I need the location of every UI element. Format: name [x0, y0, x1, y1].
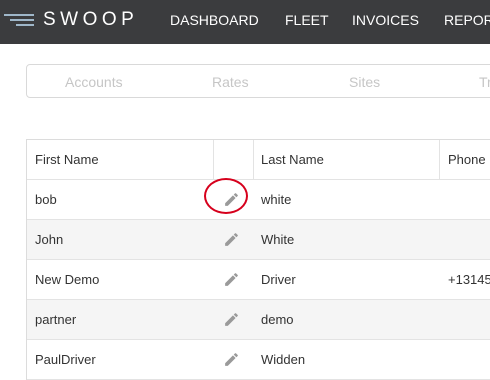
last-name-cell: Driver	[261, 272, 296, 287]
last-name-cell: demo	[261, 312, 294, 327]
nav-reports[interactable]: REPORTS	[444, 11, 490, 29]
tab-trucks[interactable]: Tr	[479, 74, 490, 90]
header-first-name[interactable]: First Name	[35, 140, 213, 179]
phone-cell	[448, 180, 490, 219]
first-name-cell: PaulDriver	[35, 352, 96, 367]
pencil-icon[interactable]	[223, 351, 240, 368]
first-name-cell: bob	[35, 192, 57, 207]
tab-rates[interactable]: Rates	[212, 74, 249, 90]
first-name-cell: partner	[35, 312, 77, 327]
logo-text: SWOOP	[43, 9, 139, 30]
first-name-cell: New Demo	[35, 272, 100, 287]
phone-cell: +13145	[448, 272, 490, 287]
top-nav-bar: SWOOP DASHBOARD FLEET INVOICES REPORTS	[0, 0, 490, 44]
column-divider	[253, 140, 254, 180]
last-name-cell: White	[261, 232, 295, 247]
header-phone[interactable]: Phone	[448, 140, 490, 179]
phone-cell	[448, 220, 490, 259]
pencil-icon[interactable]	[223, 311, 240, 328]
tab-sites[interactable]: Sites	[349, 74, 380, 90]
column-divider	[439, 140, 440, 180]
first-name-cell: John	[35, 232, 64, 247]
table-row[interactable]: John White	[27, 220, 490, 260]
phone-cell	[448, 300, 490, 339]
last-name-cell: white	[261, 192, 292, 207]
header-last-name[interactable]: Last Name	[261, 140, 439, 179]
tab-accounts[interactable]: Accounts	[65, 74, 123, 90]
settings-tabs: Accounts Rates Sites Tr	[26, 64, 490, 98]
pencil-icon[interactable]	[223, 271, 240, 288]
table-row[interactable]: partner demo	[27, 300, 490, 340]
pencil-icon[interactable]	[223, 231, 240, 248]
nav-dashboard[interactable]: DASHBOARD	[170, 11, 259, 29]
nav-fleet[interactable]: FLEET	[285, 11, 329, 29]
table-row[interactable]: New Demo Driver +13145	[27, 260, 490, 300]
table-row[interactable]: bob white	[27, 180, 490, 220]
users-table: First Name Last Name Phone bob white Joh…	[26, 139, 490, 380]
last-name-cell: Widden	[261, 352, 306, 367]
column-divider	[213, 140, 214, 180]
phone-cell	[448, 340, 490, 379]
logo-speed-lines-icon	[4, 14, 34, 26]
table-row[interactable]: PaulDriver Widden	[27, 340, 490, 380]
annotation-highlight-circle	[204, 178, 248, 214]
table-header-row: First Name Last Name Phone	[27, 140, 490, 180]
nav-invoices[interactable]: INVOICES	[352, 11, 419, 29]
